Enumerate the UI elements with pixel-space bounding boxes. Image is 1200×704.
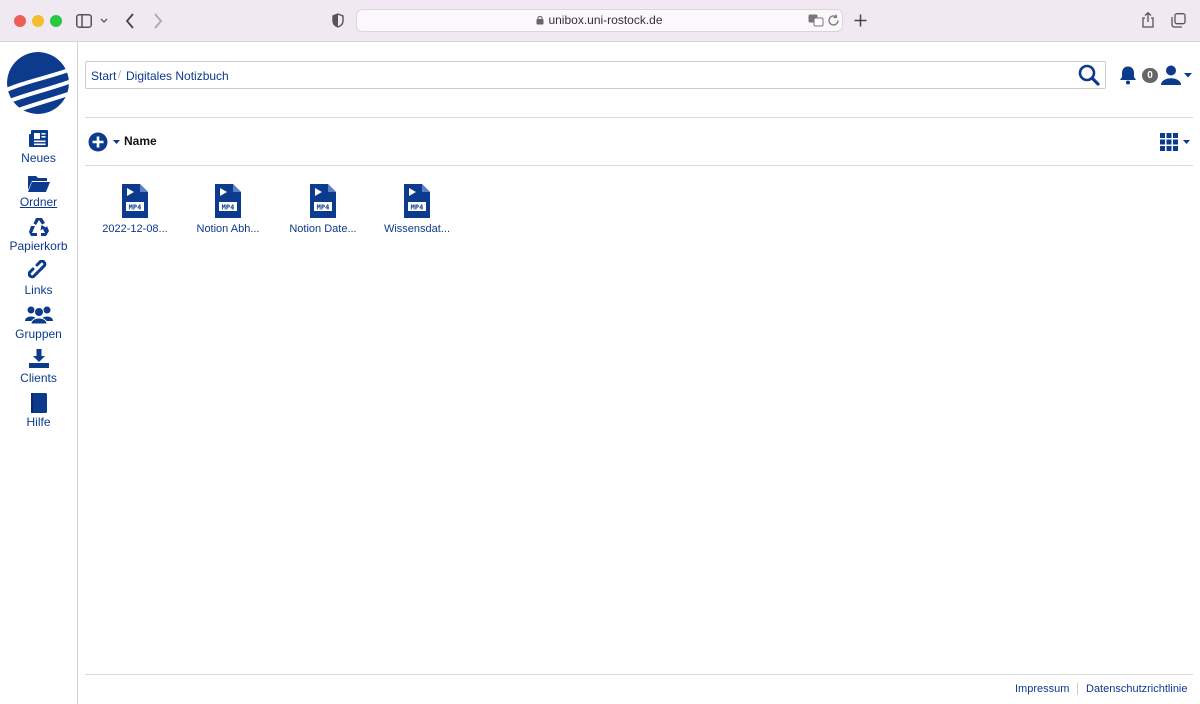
folder-open-icon — [27, 176, 50, 192]
sidebar-item-label: Hilfe — [26, 415, 51, 429]
video-file-icon: MP4 — [122, 184, 148, 218]
file-item[interactable]: MP4 2022-12-08... — [92, 184, 178, 235]
add-new-button[interactable] — [88, 132, 124, 152]
book-icon — [30, 393, 47, 413]
file-name: Notion Date... — [289, 223, 357, 235]
user-menu-button[interactable] — [1160, 65, 1192, 87]
sidebar-item-label: Ordner — [19, 195, 58, 209]
tabs-overview-icon[interactable] — [1171, 13, 1186, 28]
sidebar-item-ordner[interactable]: Ordner — [0, 172, 77, 209]
users-icon — [24, 306, 53, 325]
breadcrumb-item-current[interactable]: Digitales Notizbuch — [126, 69, 229, 83]
bell-icon[interactable] — [1118, 65, 1138, 85]
lock-icon — [536, 16, 544, 25]
sidebar-item-label: Gruppen — [15, 327, 62, 341]
file-type-label: MP4 — [317, 203, 330, 211]
new-tab-icon[interactable] — [854, 14, 867, 27]
footer-divider — [85, 674, 1193, 675]
recycle-icon — [28, 218, 49, 236]
back-arrow-icon[interactable] — [125, 13, 135, 29]
browser-toolbar: unibox.uni-rostock.de — [0, 0, 1200, 42]
video-file-icon: MP4 — [215, 184, 241, 218]
sidebar-item-gruppen[interactable]: Gruppen — [0, 304, 77, 341]
file-name: 2022-12-08... — [102, 223, 168, 235]
link-icon — [27, 260, 46, 279]
sidebar-item-label: Papierkorb — [9, 239, 68, 253]
download-icon — [28, 349, 49, 368]
grid-view-icon — [1160, 133, 1178, 151]
translate-icon[interactable] — [808, 14, 824, 27]
share-icon[interactable] — [1141, 12, 1155, 28]
shield-icon[interactable] — [332, 13, 344, 28]
file-item[interactable]: MP4 Notion Date... — [280, 184, 366, 235]
sidebar-toggle-icon[interactable] — [76, 14, 92, 28]
view-mode-toggle[interactable] — [1160, 133, 1192, 151]
sidebar-item-neues[interactable]: Neues — [0, 128, 77, 165]
file-name: Notion Abh... — [196, 223, 260, 235]
file-type-label: MP4 — [222, 203, 235, 211]
footer-separator — [1077, 683, 1078, 695]
video-file-icon: MP4 — [404, 184, 430, 218]
file-type-label: MP4 — [411, 203, 424, 211]
address-bar[interactable]: unibox.uni-rostock.de — [356, 9, 843, 32]
search-icon[interactable] — [1077, 63, 1101, 87]
sidebar-item-hilfe[interactable]: Hilfe — [0, 392, 77, 429]
user-icon — [1161, 65, 1181, 85]
main-content: Start / Digitales Notizbuch 0 Name MP4 2… — [78, 42, 1200, 704]
video-file-icon: MP4 — [310, 184, 336, 218]
divider — [85, 165, 1193, 166]
sidebar-item-clients[interactable]: Clients — [0, 348, 77, 385]
divider — [85, 117, 1193, 118]
file-name: Wissensdat... — [383, 223, 451, 235]
caret-down-icon — [113, 140, 120, 144]
breadcrumb-item-start[interactable]: Start — [91, 69, 116, 83]
file-type-label: MP4 — [129, 203, 142, 211]
file-item[interactable]: MP4 Notion Abh... — [185, 184, 271, 235]
sidebar-item-papierkorb[interactable]: Papierkorb — [0, 216, 77, 253]
newspaper-icon — [28, 130, 48, 147]
sidebar-item-links[interactable]: Links — [0, 260, 77, 297]
breadcrumb: Start / Digitales Notizbuch — [85, 61, 1106, 89]
close-window-button[interactable] — [14, 15, 26, 27]
sidebar: Neues Ordner Papierkorb Links Gruppen Cl… — [0, 42, 78, 704]
sort-by-name-button[interactable]: Name — [124, 134, 157, 148]
sidebar-item-label: Clients — [20, 371, 57, 385]
url-text: unibox.uni-rostock.de — [548, 13, 663, 27]
impressum-link[interactable]: Impressum — [1015, 683, 1069, 695]
minimize-window-button[interactable] — [32, 15, 44, 27]
zoom-window-button[interactable] — [50, 15, 62, 27]
caret-down-icon — [1184, 73, 1192, 78]
sidebar-item-label: Neues — [21, 151, 56, 165]
uni-rostock-logo[interactable] — [7, 52, 69, 114]
breadcrumb-separator: / — [118, 69, 122, 81]
notification-count-badge: 0 — [1142, 68, 1158, 83]
plus-circle-icon — [88, 132, 108, 152]
file-item[interactable]: MP4 Wissensdat... — [374, 184, 460, 235]
privacy-policy-link[interactable]: Datenschutzrichtlinie — [1086, 683, 1188, 695]
reload-icon[interactable] — [828, 14, 840, 27]
caret-down-icon — [1183, 140, 1190, 144]
sidebar-item-label: Links — [24, 283, 53, 297]
forward-arrow-icon[interactable] — [153, 13, 163, 29]
chevron-down-icon[interactable] — [100, 18, 108, 24]
